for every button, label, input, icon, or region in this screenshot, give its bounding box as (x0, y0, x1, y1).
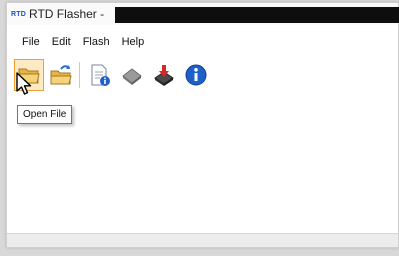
about-button[interactable] (181, 59, 211, 91)
open-file-button[interactable] (14, 59, 44, 91)
menu-file[interactable]: File (16, 36, 46, 48)
toolbar-separator (79, 62, 80, 88)
window-title: RTD Flasher - (29, 7, 105, 21)
app-logo: RTD (11, 10, 26, 18)
app-window: RTD RTD Flasher - File Edit Flash Help O… (6, 2, 399, 248)
reload-file-button[interactable] (46, 59, 76, 91)
status-bar (7, 233, 398, 247)
open-file-tooltip: Open File (17, 105, 73, 124)
erase-chip-icon (122, 68, 142, 85)
menu-bar: File Edit Flash Help (7, 31, 150, 53)
flash-chip-button[interactable] (149, 59, 179, 91)
open-folder-icon (18, 68, 40, 84)
toolbar (7, 57, 398, 93)
title-redaction-bar (115, 7, 399, 23)
file-info-button[interactable] (85, 59, 115, 91)
info-icon (185, 64, 207, 86)
menu-help[interactable]: Help (116, 36, 151, 48)
menu-edit[interactable]: Edit (46, 36, 77, 48)
title-bar[interactable]: RTD RTD Flasher - (7, 3, 399, 25)
file-info-icon (91, 64, 110, 86)
erase-chip-button[interactable] (117, 59, 147, 91)
menu-flash[interactable]: Flash (77, 36, 116, 48)
reload-folder-icon (50, 65, 72, 85)
flash-chip-icon (154, 65, 174, 86)
